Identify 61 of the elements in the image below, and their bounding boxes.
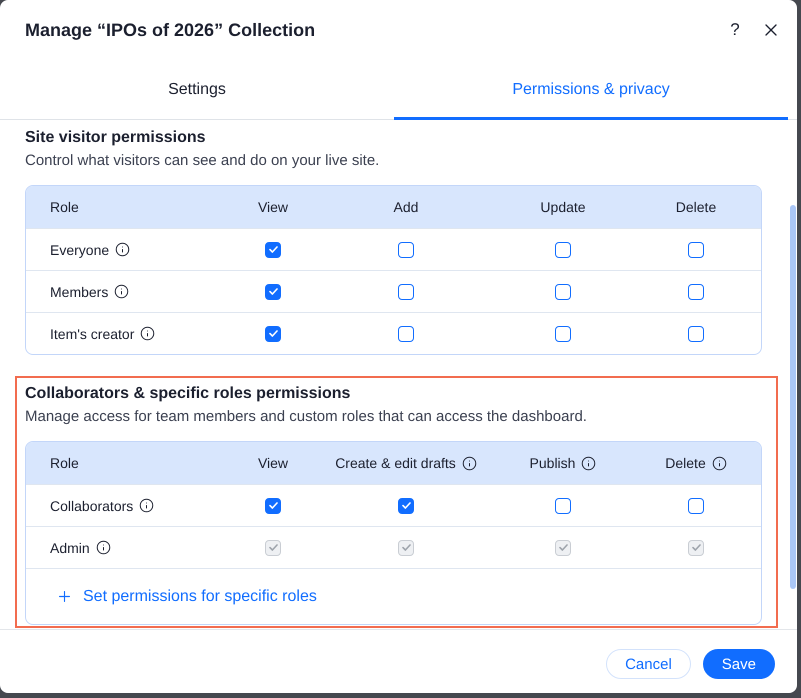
check-icon <box>402 502 410 509</box>
checkbox[interactable] <box>398 284 414 300</box>
check-icon <box>268 502 278 509</box>
checkbox[interactable] <box>265 326 281 342</box>
cancel-button[interactable]: Cancel <box>606 649 691 679</box>
checkbox[interactable] <box>398 326 414 342</box>
section-title: Collaborators & specific roles permissions <box>25 384 352 404</box>
checkbox[interactable] <box>398 498 414 514</box>
check-icon <box>268 330 278 337</box>
checkbox[interactable] <box>265 498 281 514</box>
checkbox[interactable] <box>555 284 571 300</box>
role-name: Admin <box>50 540 90 556</box>
info-icon[interactable] <box>581 456 596 470</box>
column-header: Create & edit drafts <box>335 455 456 471</box>
checkbox[interactable] <box>555 326 571 342</box>
info-icon[interactable] <box>140 326 156 341</box>
checkbox[interactable] <box>688 284 704 300</box>
column-header: Role <box>50 199 79 215</box>
check-icon <box>692 544 700 551</box>
checkbox[interactable] <box>265 242 281 258</box>
help-button[interactable]: ? <box>724 18 746 42</box>
check-icon <box>268 246 278 253</box>
check-icon <box>268 544 278 551</box>
checkbox[interactable] <box>555 242 571 258</box>
checkbox[interactable] <box>688 498 704 514</box>
info-icon[interactable] <box>96 540 111 555</box>
role-name: Members <box>50 284 108 300</box>
checkbox[interactable] <box>688 242 704 258</box>
dialog-title: Manage “IPOs of 2026” Collection <box>25 20 316 40</box>
info-icon[interactable] <box>114 284 130 299</box>
checkbox[interactable] <box>555 498 571 514</box>
tab[interactable]: Settings <box>0 60 394 120</box>
checkbox[interactable] <box>265 284 281 300</box>
checkbox[interactable] <box>688 326 704 342</box>
info-icon[interactable] <box>115 242 130 257</box>
add-roles-link[interactable]: Set permissions for specific roles <box>56 588 317 606</box>
section-description: Manage access for team members and custom roles that can access the dashboard. <box>25 407 588 427</box>
role-name: Collaborators <box>50 498 134 514</box>
info-icon[interactable] <box>712 456 727 470</box>
column-header: View <box>258 199 288 215</box>
role-name: Item's creator <box>50 326 134 342</box>
info-icon[interactable] <box>139 498 154 513</box>
section-description: Control what visitors can see and do on your live site. <box>25 151 380 171</box>
checkbox[interactable] <box>398 242 414 258</box>
check-icon <box>402 544 410 551</box>
column-header: Delete <box>676 199 716 215</box>
save-button[interactable]: Save <box>702 649 775 679</box>
column-header: Publish <box>530 455 576 471</box>
plus-icon <box>56 588 73 605</box>
check-icon <box>268 288 278 295</box>
tab[interactable]: Permissions & privacy <box>394 60 788 120</box>
check-icon <box>558 544 568 551</box>
column-header: Delete <box>665 455 706 471</box>
column-header: Role <box>50 455 79 471</box>
scrollbar-thumb[interactable] <box>790 205 796 589</box>
column-header: Add <box>394 199 418 215</box>
column-header: View <box>258 455 288 471</box>
info-icon[interactable] <box>462 456 477 470</box>
section-title: Site visitor permissions <box>25 128 207 148</box>
role-name: Everyone <box>50 242 110 258</box>
column-header: Update <box>540 199 586 215</box>
